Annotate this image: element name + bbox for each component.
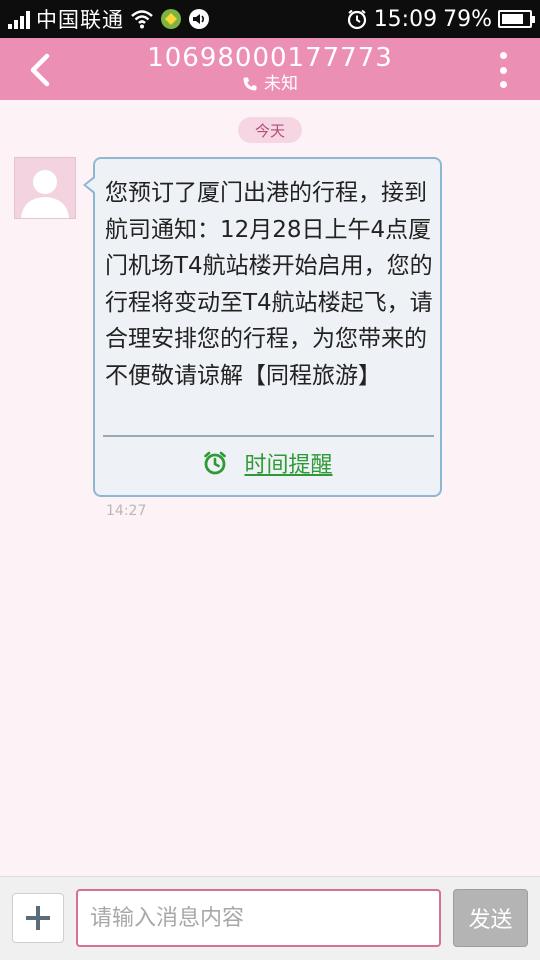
date-separator: 今天 bbox=[238, 117, 302, 143]
battery-percent: 79% bbox=[443, 6, 492, 32]
conversation-header: 10698000177773 未知 bbox=[0, 38, 540, 100]
time-reminder-label: 时间提醒 bbox=[244, 453, 333, 478]
more-vertical-icon bbox=[499, 52, 507, 59]
signal-strength-icon bbox=[8, 9, 30, 29]
wifi-icon bbox=[130, 9, 154, 29]
default-avatar-icon bbox=[21, 170, 69, 218]
message-bubble[interactable]: 您预订了厦门出港的行程，接到航司通知：12月28日上午4点厦门机场T4航站楼开始… bbox=[93, 157, 442, 497]
attach-button[interactable] bbox=[12, 893, 64, 943]
back-button[interactable] bbox=[18, 48, 62, 92]
phone-number: 10698000177773 bbox=[147, 43, 393, 73]
contact-status-row: 未知 bbox=[100, 74, 440, 94]
carrier-name: 中国联通 bbox=[36, 8, 124, 32]
contact-info[interactable]: 10698000177773 未知 bbox=[100, 42, 440, 94]
more-options-button[interactable] bbox=[488, 50, 518, 90]
status-left: 中国联通 bbox=[8, 4, 210, 34]
app-notification-icon bbox=[160, 8, 182, 30]
phone-icon bbox=[243, 77, 257, 91]
bubble-divider bbox=[103, 435, 434, 437]
contact-status: 未知 bbox=[264, 74, 298, 94]
avatar[interactable] bbox=[14, 157, 76, 219]
message-input[interactable] bbox=[76, 889, 441, 947]
send-button[interactable]: 发送 bbox=[453, 889, 528, 947]
plus-icon bbox=[26, 906, 50, 930]
back-arrow-icon bbox=[30, 53, 50, 87]
alarm-icon bbox=[346, 8, 368, 30]
alarm-clock-icon bbox=[204, 451, 227, 475]
status-bar: 中国联通 15:09 79% bbox=[0, 0, 540, 38]
battery-level-fill bbox=[502, 14, 523, 24]
battery-icon bbox=[498, 10, 535, 28]
volume-icon bbox=[188, 8, 210, 30]
composer-bar: 发送 bbox=[0, 876, 540, 960]
status-right: 15:09 79% bbox=[346, 6, 535, 32]
message-text: 您预订了厦门出港的行程，接到航司通知：12月28日上午4点厦门机场T4航站楼开始… bbox=[105, 180, 433, 389]
status-time: 15:09 bbox=[373, 6, 438, 32]
time-reminder-button[interactable]: 时间提醒 bbox=[95, 447, 440, 479]
bubble-tail-inner bbox=[86, 178, 95, 192]
message-timestamp: 14:27 bbox=[106, 503, 147, 519]
